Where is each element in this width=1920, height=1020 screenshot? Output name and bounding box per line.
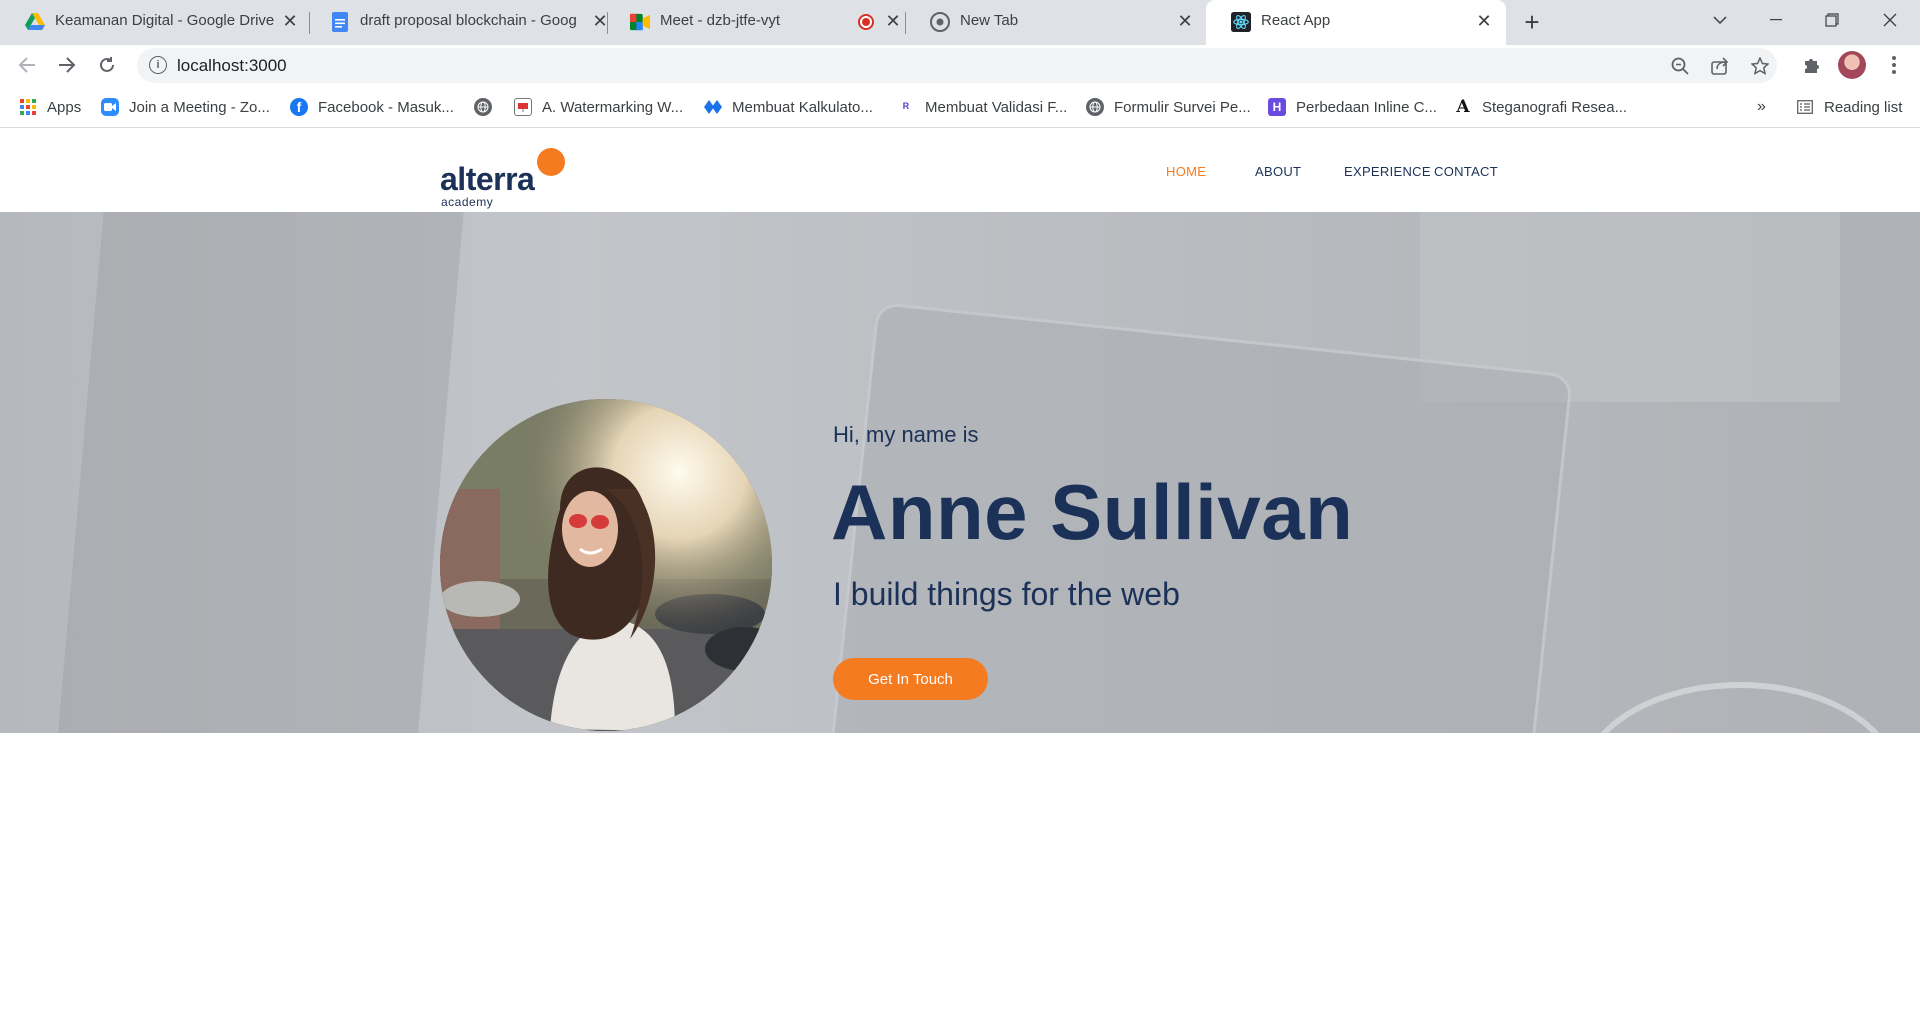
apps-grid-icon [19,98,37,116]
chrome-icon [930,12,950,32]
bookmark-label: Membuat Kalkulato... [732,98,873,116]
bookmark-label: Steganografi Resea... [1482,98,1628,116]
bookmark-label: Facebook - Masuk... [318,98,454,116]
hero-section: Hi, my name is Anne Sullivan I build thi… [0,212,1920,733]
bookmark-kalkulator[interactable]: Membuat Kalkulato... [704,95,873,119]
close-icon[interactable]: ✕ [1173,9,1197,33]
bookmark-validasi[interactable]: ᴿ Membuat Validasi F... [897,95,1067,119]
new-tab-plus-icon[interactable]: + [1517,7,1547,37]
bookmark-steganografi[interactable]: A Steganografi Resea... [1454,95,1627,119]
a-serif-icon: A [1456,97,1470,117]
google-docs-icon [330,12,350,32]
recording-icon [858,14,874,30]
bookmark-label: Membuat Validasi F... [925,98,1068,116]
bookmark-label: Apps [47,98,82,116]
tab-meet[interactable]: Meet - dzb-jtfe-vyt ✕ [605,0,905,45]
nav-contact[interactable]: CONTACT [1434,164,1498,179]
bookmark-globe[interactable] [474,95,502,119]
bookmark-zoom[interactable]: Join a Meeting - Zo... [101,95,270,119]
codepen-diamond-icon [704,98,722,116]
more-bookmarks-chevron[interactable]: » [1757,95,1766,119]
logo-dot [537,148,565,176]
profile-avatar[interactable] [1838,51,1866,79]
tab-title: draft proposal blockchain - Goog [360,12,577,29]
bookmark-formulir[interactable]: Formulir Survei Pe... [1086,95,1251,119]
presentation-icon [514,98,532,116]
share-icon[interactable] [1707,53,1733,79]
back-arrow-icon[interactable] [11,49,43,81]
globe-icon [1086,98,1104,116]
nav-about[interactable]: ABOUT [1255,164,1301,179]
hero-bg-mug [1580,682,1900,733]
hero-greeting: Hi, my name is [833,422,979,447]
site-info-icon[interactable]: i [149,56,167,74]
bookmark-facebook[interactable]: f Facebook - Masuk... [290,95,454,119]
tab-title: Keamanan Digital - Google Drive [55,12,275,29]
h-logo-icon: H [1268,98,1286,116]
reading-list-icon [1796,98,1814,116]
address-bar[interactable]: i localhost:3000 [137,48,1777,83]
tab-title: Meet - dzb-jtfe-vyt [660,12,781,29]
tab-search-chevron-icon[interactable] [1692,0,1748,40]
tab-title: New Tab [960,12,1019,29]
tab-react-app[interactable]: React App ✕ [1206,0,1506,45]
bookmark-label: Perbedaan Inline C... [1296,98,1437,116]
alterra-logo[interactable]: alterra academy [438,138,578,209]
extensions-puzzle-icon[interactable] [1797,50,1827,80]
close-icon[interactable]: ✕ [881,9,905,33]
browser-toolbar: i localhost:3000 [0,45,1920,86]
bookmark-label: A. Watermarking W... [542,98,684,116]
google-drive-icon [25,12,45,32]
url-text: localhost:3000 [177,56,287,75]
hero-bg-window [52,212,468,733]
reading-list[interactable]: Reading list [1796,95,1902,119]
get-in-touch-button[interactable]: Get In Touch [833,658,988,700]
bookmark-label: Join a Meeting - Zo... [129,98,270,116]
restore-icon[interactable] [1804,0,1860,40]
site-navbar: alterra academy HOME ABOUT EXPERIENCE CO… [0,128,1920,212]
nav-experience[interactable]: EXPERIENCE [1344,164,1431,179]
facebook-icon: f [290,98,308,116]
bookmark-apps[interactable]: Apps [19,95,81,119]
bookmark-a-icon: ᴿ [903,99,909,115]
menu-kebab-icon[interactable] [1879,50,1909,80]
minimize-icon[interactable] [1748,0,1804,40]
close-icon[interactable]: ✕ [278,9,302,33]
zoom-icon [101,98,119,116]
reload-icon[interactable] [91,49,123,81]
globe-icon [474,98,492,116]
bookmarks-bar: Apps Join a Meeting - Zo... f Facebook -… [0,86,1920,128]
nav-home[interactable]: HOME [1166,164,1206,179]
google-meet-icon [630,12,650,32]
react-icon [1231,12,1251,32]
tab-strip: Keamanan Digital - Google Drive ✕ draft … [0,0,1920,45]
logo-wordmark: alterra [440,161,535,197]
tab-google-drive[interactable]: Keamanan Digital - Google Drive ✕ [0,0,305,45]
hero-tagline: I build things for the web [833,576,1180,612]
bookmark-label: Formulir Survei Pe... [1114,98,1251,116]
tab-title: React App [1261,12,1331,29]
forward-arrow-icon[interactable] [51,49,83,81]
bookmark-watermarking[interactable]: A. Watermarking W... [514,95,683,119]
tab-new-tab[interactable]: New Tab ✕ [905,0,1205,45]
logo-subtitle: academy [441,195,494,209]
tab-draft-proposal[interactable]: draft proposal blockchain - Goog ✕ [305,0,610,45]
reading-list-label: Reading list [1824,98,1903,116]
zoom-icon[interactable] [1667,53,1693,79]
bookmark-star-icon[interactable] [1747,53,1773,79]
profile-photo [440,399,772,731]
close-icon[interactable]: ✕ [1472,9,1496,33]
window-close-icon[interactable] [1862,0,1918,40]
hero-name: Anne Sullivan [831,468,1354,556]
bookmark-perbedaan[interactable]: H Perbedaan Inline C... [1268,95,1437,119]
